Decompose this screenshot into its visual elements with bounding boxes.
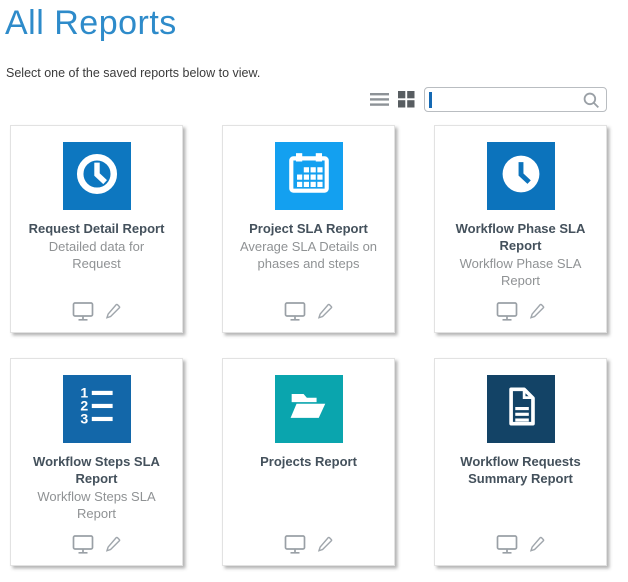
numbered-list-icon: 123: [72, 382, 122, 437]
edit-icon[interactable]: [103, 302, 122, 321]
grid-view-icon[interactable]: [398, 91, 415, 108]
report-title: Workflow Steps SLA Report: [11, 454, 182, 488]
calendar-icon: [284, 149, 334, 204]
report-tile: [275, 375, 343, 443]
edit-icon[interactable]: [315, 302, 334, 321]
report-subtitle: Average SLA Details on phases and steps: [223, 239, 394, 273]
open-folder-icon: [283, 381, 335, 438]
edit-icon[interactable]: [527, 302, 546, 321]
report-tile: [487, 375, 555, 443]
report-subtitle: Detailed data for Request: [11, 239, 182, 273]
report-card-projects[interactable]: Projects Report: [222, 358, 395, 566]
clock-solid-icon: [495, 148, 547, 205]
report-tile: [63, 142, 131, 210]
report-card-request-detail[interactable]: Request Detail Report Detailed data for …: [10, 125, 183, 333]
view-on-screen-icon[interactable]: [496, 534, 518, 554]
report-card-workflow-steps-sla[interactable]: 123 Workflow Steps SLA Report Workflow S…: [10, 358, 183, 566]
page-subtitle: Select one of the saved reports below to…: [6, 66, 260, 80]
report-card-workflow-phase-sla[interactable]: Workflow Phase SLA Report Workflow Phase…: [434, 125, 607, 333]
report-title: Request Detail Report: [11, 221, 182, 238]
svg-text:3: 3: [80, 410, 88, 426]
view-on-screen-icon[interactable]: [496, 301, 518, 321]
clock-outline-icon: [71, 148, 123, 205]
search-icon[interactable]: [582, 91, 601, 115]
report-card-grid: Request Detail Report Detailed data for …: [10, 125, 607, 566]
list-view-icon[interactable]: [370, 92, 389, 107]
report-subtitle: Workflow Phase SLA Report: [435, 256, 606, 290]
text-caret: [429, 92, 432, 108]
toolbar: [370, 87, 607, 112]
report-subtitle: Workflow Steps SLA Report: [11, 489, 182, 523]
report-tile: 123: [63, 375, 131, 443]
edit-icon[interactable]: [315, 535, 334, 554]
edit-icon[interactable]: [527, 535, 546, 554]
report-card-workflow-requests-summary[interactable]: Workflow Requests Summary Report: [434, 358, 607, 566]
page-title: All Reports: [5, 4, 177, 43]
report-card-project-sla[interactable]: Project SLA Report Average SLA Details o…: [222, 125, 395, 333]
report-title: Workflow Requests Summary Report: [435, 454, 606, 488]
document-icon: [496, 382, 546, 437]
view-on-screen-icon[interactable]: [72, 301, 94, 321]
report-title: Project SLA Report: [223, 221, 394, 238]
view-on-screen-icon[interactable]: [284, 534, 306, 554]
report-tile: [487, 142, 555, 210]
search-box: [424, 87, 607, 112]
report-title: Workflow Phase SLA Report: [435, 221, 606, 255]
report-tile: [275, 142, 343, 210]
view-on-screen-icon[interactable]: [72, 534, 94, 554]
view-on-screen-icon[interactable]: [284, 301, 306, 321]
report-title: Projects Report: [223, 454, 394, 471]
edit-icon[interactable]: [103, 535, 122, 554]
